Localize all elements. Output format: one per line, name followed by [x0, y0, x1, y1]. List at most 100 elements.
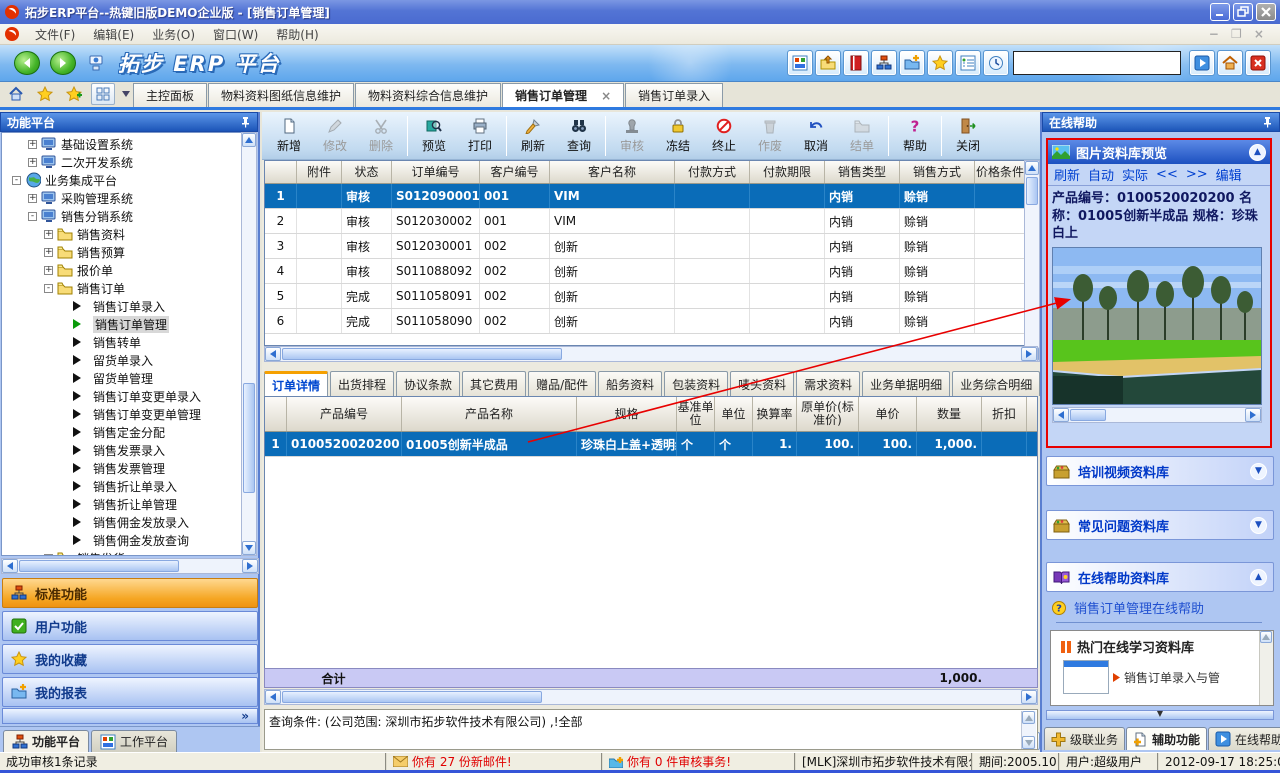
tree-item[interactable]: 销售佣金发放查询: [2, 531, 242, 549]
document-tab[interactable]: 销售订单管理×: [502, 83, 624, 107]
toolbar-button-冻结[interactable]: 冻结: [655, 114, 701, 158]
scroll-thumb[interactable]: [243, 383, 255, 493]
add-favorite-icon[interactable]: [62, 83, 86, 105]
chevron-down-icon[interactable]: [120, 83, 132, 105]
exit-icon[interactable]: [1246, 51, 1270, 75]
detail-tab[interactable]: 赠品/配件: [528, 371, 596, 396]
column-header[interactable]: 原单价(标准价): [797, 397, 859, 431]
menu-item[interactable]: 编辑(E): [84, 24, 143, 45]
column-header[interactable]: 单价: [859, 397, 917, 431]
tree-item[interactable]: -业务集成平台: [2, 171, 242, 189]
expand-chevron-icon[interactable]: ▼: [1250, 517, 1267, 534]
toolbar-button-帮助[interactable]: ?帮助: [892, 114, 938, 158]
query-scrollbar[interactable]: [1021, 711, 1036, 749]
grid-row[interactable]: 4审核S011088092002创新内销赊销: [265, 259, 1037, 284]
scroll-up-icon[interactable]: [1025, 161, 1039, 175]
column-header[interactable]: 状态: [342, 161, 392, 183]
star-icon[interactable]: [928, 51, 952, 75]
collapse-chevron-icon[interactable]: ▲: [1250, 569, 1267, 586]
home-icon[interactable]: [4, 83, 28, 105]
tree-item[interactable]: -销售发货: [2, 549, 242, 556]
preview-link[interactable]: 实际: [1122, 165, 1148, 184]
detail-tab[interactable]: 其它费用: [462, 371, 526, 396]
status-mail[interactable]: 你有 27 份新邮件!: [387, 753, 603, 770]
mdi-window-controls[interactable]: − ❐ ×: [1209, 27, 1276, 41]
help-section-header[interactable]: 在线帮助资料库▲: [1046, 562, 1274, 592]
tree-item[interactable]: +销售资料: [2, 225, 242, 243]
pin-icon[interactable]: [1261, 116, 1273, 128]
column-header[interactable]: 规格: [577, 397, 677, 431]
help-section-header[interactable]: 培训视频资料库▼: [1046, 456, 1274, 486]
help-panel-tab[interactable]: 辅助功能: [1126, 727, 1207, 750]
document-tab[interactable]: 物料资料综合信息维护: [355, 83, 501, 107]
scroll-up-icon[interactable]: [1022, 711, 1035, 724]
sidebar-tab[interactable]: 功能平台: [3, 730, 89, 752]
toolbar-button-关闭[interactable]: 关闭: [945, 114, 991, 158]
toolbar-button-刷新[interactable]: 刷新: [510, 114, 556, 158]
help-panel-tab[interactable]: 级联业务: [1044, 727, 1125, 750]
help-link[interactable]: 销售订单管理在线帮助: [1074, 598, 1204, 617]
tree-toggle-icon[interactable]: -: [28, 212, 37, 221]
menu-item[interactable]: 业务(O): [143, 24, 204, 45]
restore-button[interactable]: [1233, 3, 1253, 21]
document-tab[interactable]: 物料资料图纸信息维护: [208, 83, 354, 107]
tree-toggle-icon[interactable]: +: [44, 266, 53, 275]
favorite-star-icon[interactable]: [33, 83, 57, 105]
document-tab[interactable]: 主控面板: [133, 83, 207, 107]
preview-link[interactable]: <<: [1156, 167, 1178, 182]
grid-row[interactable]: 2审核S012030002001VIM内销赊销: [265, 209, 1037, 234]
scroll-left-icon[interactable]: [265, 690, 281, 704]
toolbar-button-删除[interactable]: 删除: [358, 114, 404, 158]
tree-toggle-icon[interactable]: +: [28, 194, 37, 203]
column-header[interactable]: [265, 397, 287, 431]
column-header[interactable]: 销售类型: [825, 161, 900, 183]
column-header[interactable]: 客户编号: [480, 161, 550, 183]
detail-tab[interactable]: 订单详情: [264, 371, 328, 396]
list-icon[interactable]: [956, 51, 980, 75]
column-header[interactable]: 客户名称: [550, 161, 675, 183]
column-header[interactable]: 价格条件: [975, 161, 1026, 183]
tree-item[interactable]: +报价单: [2, 261, 242, 279]
org-chart-icon[interactable]: [872, 51, 896, 75]
tree-toggle-icon[interactable]: +: [28, 140, 37, 149]
toolbar-button-终止[interactable]: 终止: [701, 114, 747, 158]
tree-item[interactable]: -销售分销系统: [2, 207, 242, 225]
preview-link[interactable]: 自动: [1088, 165, 1114, 184]
pin-icon[interactable]: [239, 116, 251, 128]
detail-tab[interactable]: 需求资料: [796, 371, 860, 396]
accordion-0[interactable]: 标准功能: [2, 578, 258, 608]
home-icon[interactable]: [1218, 51, 1242, 75]
column-header[interactable]: 附件: [297, 161, 342, 183]
menu-item[interactable]: 文件(F): [26, 24, 84, 45]
toolbar-button-预览[interactable]: 预览: [411, 114, 457, 158]
scroll-thumb[interactable]: [1070, 409, 1106, 421]
scroll-up-icon[interactable]: [242, 133, 256, 147]
minimize-button[interactable]: [1210, 3, 1230, 21]
toolbar-button-打印[interactable]: 打印: [457, 114, 503, 158]
clock-icon[interactable]: [984, 51, 1008, 75]
tree-toggle-icon[interactable]: -: [12, 176, 21, 185]
document-tab[interactable]: 销售订单录入: [625, 83, 723, 107]
tree-item[interactable]: 销售订单管理: [2, 315, 242, 333]
tree-toggle-icon[interactable]: +: [28, 158, 37, 167]
preview-link[interactable]: 刷新: [1054, 165, 1080, 184]
detail-tab[interactable]: 业务单据明细: [862, 371, 950, 396]
grid-row[interactable]: 1审核S012090001001VIM内销赊销: [265, 184, 1037, 209]
tree-toggle-icon[interactable]: -: [44, 554, 53, 557]
toolbar-button-新增[interactable]: 新增: [266, 114, 312, 158]
detail-tab[interactable]: 唛头资料: [730, 371, 794, 396]
grid-row[interactable]: 6完成S011058090002创新内销赊销: [265, 309, 1037, 334]
quick-search-input[interactable]: [1013, 51, 1181, 75]
menu-item[interactable]: 帮助(H): [267, 24, 327, 45]
tree-toggle-icon[interactable]: -: [44, 284, 53, 293]
column-header[interactable]: 付款方式: [675, 161, 750, 183]
column-header[interactable]: 订单编号: [392, 161, 480, 183]
column-header[interactable]: 付款期限: [750, 161, 825, 183]
column-header[interactable]: 产品名称: [402, 397, 577, 431]
status-audit[interactable]: 你有 0 件审核事务!: [603, 753, 796, 770]
collapse-chevron-icon[interactable]: ▲: [1249, 144, 1266, 161]
preview-link[interactable]: 编辑: [1216, 165, 1242, 184]
tree-item[interactable]: 销售发票录入: [2, 441, 242, 459]
scroll-up-icon[interactable]: [1260, 631, 1272, 643]
tree-toggle-icon[interactable]: +: [44, 248, 53, 257]
